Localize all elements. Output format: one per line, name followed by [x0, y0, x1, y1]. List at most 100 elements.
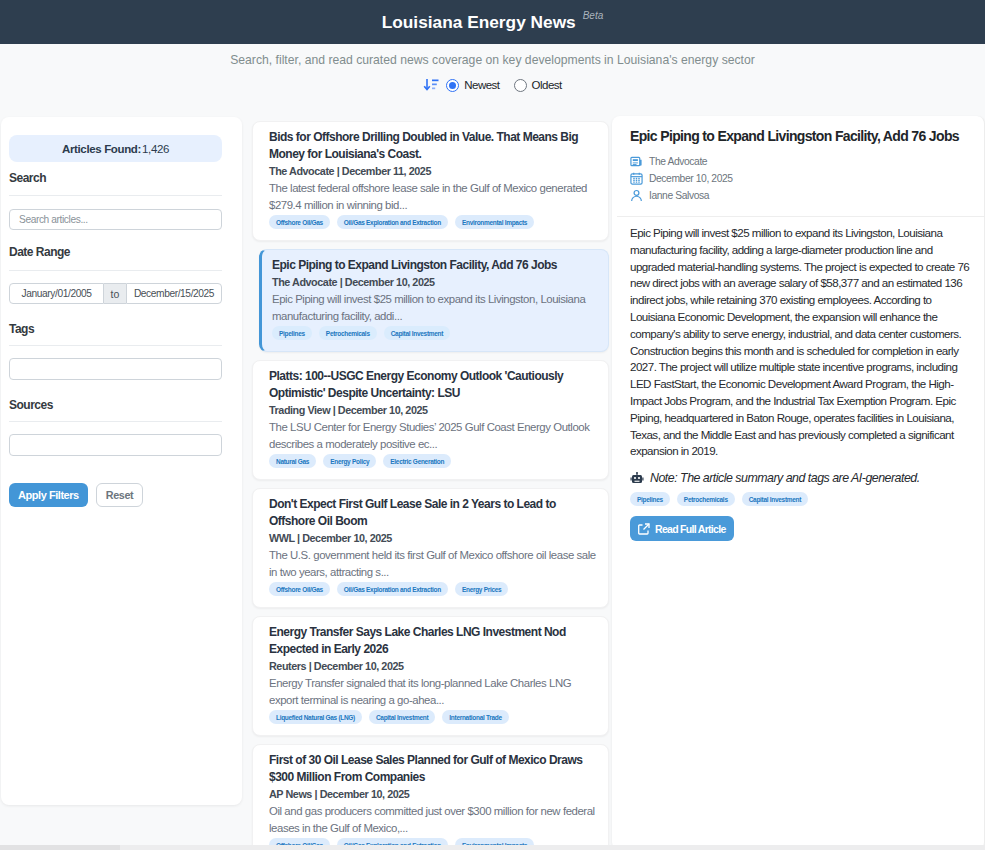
article-card-summary: The LSU Center for Energy Studies’ 2025 …	[269, 419, 598, 453]
detail-divider	[617, 216, 984, 217]
article-card-tags: Pipelines Petrochemicals Capital Investmen…	[272, 326, 598, 340]
article-card-tags: Offshore Oil/Gas Oil/Gas Exploration and …	[269, 582, 598, 596]
article-card-source-date: Trading View | December 10, 2025	[269, 403, 598, 417]
article-card-tags: Offshore Oil/Gas Oil/Gas Exploration and …	[269, 215, 598, 229]
articles-found-count: 1,426	[142, 143, 169, 155]
article-card-tags: Liquefied Natural Gas (LNG)Capital Inves…	[269, 710, 598, 724]
tag-pill: Petrochemicals	[677, 492, 735, 506]
tag-pill: Offshore Oil/Gas	[269, 582, 330, 596]
horizontal-scrollbar[interactable]	[0, 845, 985, 850]
external-link-icon	[638, 523, 650, 535]
radio-oldest[interactable]	[514, 79, 527, 92]
detail-tags: Pipelines Petrochemicals Capital Investmen…	[630, 492, 970, 506]
tag-pill: Oil/Gas Exploration and Extraction	[337, 582, 448, 596]
apply-filters-button[interactable]: Apply Filters	[9, 483, 88, 507]
article-card[interactable]: Energy Transfer Says Lake Charles LNG In…	[252, 616, 609, 736]
detail-note-row: Note: The article summary and tags are A…	[630, 471, 970, 485]
article-card-tags: Natural Gas Energy Policy Electric Generat…	[269, 454, 598, 468]
app-header: Louisiana Energy News Beta	[0, 0, 985, 44]
detail-source-row: The Advocate	[630, 153, 970, 170]
tag-pill: Pipelines	[630, 492, 670, 506]
date-to-input[interactable]	[126, 283, 222, 304]
detail-meta: The Advocate December 10, 2025 Ianne Sal…	[630, 153, 970, 204]
article-card-title: Don't Expect First Gulf Lease Sale in 2 …	[269, 496, 598, 530]
article-card[interactable]: Bids for Offshore Drilling Doubled in Va…	[252, 121, 609, 241]
article-card-selected[interactable]: Epic Piping to Expand Livingston Facilit…	[259, 249, 609, 352]
tag-pill: Offshore Oil/Gas	[269, 215, 330, 229]
article-card-source-date: WWL | December 10, 2025	[269, 531, 598, 545]
read-full-article-button[interactable]: Read Full Article	[630, 516, 734, 541]
radio-newest-label: Newest	[464, 79, 499, 91]
sort-oldest-option[interactable]: Oldest	[514, 79, 562, 92]
search-heading: Search	[9, 171, 222, 186]
sources-divider	[9, 421, 222, 422]
article-card-summary: The latest federal offshore lease sale i…	[269, 180, 598, 214]
radio-oldest-label: Oldest	[532, 79, 562, 91]
tag-pill: Capital Investment	[384, 326, 450, 340]
reset-button[interactable]: Reset	[96, 483, 143, 507]
tag-pill: Natural Gas	[269, 454, 316, 468]
detail-body: Epic Piping will invest $25 million to e…	[630, 225, 970, 460]
read-full-article-label: Read Full Article	[655, 523, 726, 535]
tag-pill: Energy Policy	[323, 454, 376, 468]
tag-pill: Energy Prices	[455, 582, 508, 596]
tags-input[interactable]	[9, 358, 222, 380]
article-card-title: Platts: 100--USGC Energy Economy Outlook…	[269, 368, 598, 402]
sort-newest-option[interactable]: Newest	[446, 79, 499, 92]
article-card-summary: Oil and gas producers committed just ove…	[269, 803, 598, 837]
date-divider	[9, 270, 222, 271]
detail-note: Note: The article summary and tags are A…	[650, 471, 920, 485]
page-title: Louisiana Energy News	[382, 12, 576, 33]
article-card-source-date: Reuters | December 10, 2025	[269, 659, 598, 673]
date-range-row: to	[9, 283, 222, 304]
articles-found-label: Articles Found:	[62, 143, 141, 155]
tag-pill: Electric Generation	[383, 454, 451, 468]
tag-pill: International Trade	[442, 710, 508, 724]
tag-pill: Petrochemicals	[319, 326, 377, 340]
detail-author-row: Ianne Salvosa	[630, 187, 970, 204]
sources-heading: Sources	[9, 398, 222, 413]
article-card[interactable]: Don't Expect First Gulf Lease Sale in 2 …	[252, 488, 609, 608]
article-card-summary: Energy Transfer signaled that its long-p…	[269, 675, 598, 709]
robot-icon	[630, 472, 644, 484]
detail-title: Epic Piping to Expand Livingston Facilit…	[630, 127, 970, 146]
tag-pill: Oil/Gas Exploration and Extraction	[337, 215, 448, 229]
search-input[interactable]	[9, 209, 222, 230]
date-to-label: to	[104, 283, 126, 304]
tag-pill: Pipelines	[272, 326, 312, 340]
page-subtitle: Search, filter, and read curated news co…	[0, 53, 985, 67]
detail-date: December 10, 2025	[649, 173, 733, 184]
article-card-title: First of 30 Oil Lease Sales Planned for …	[269, 752, 598, 786]
detail-source: The Advocate	[649, 156, 707, 167]
article-card-title: Energy Transfer Says Lake Charles LNG In…	[269, 624, 598, 658]
newspaper-icon	[630, 155, 643, 168]
person-icon	[630, 189, 643, 202]
article-card-source-date: AP News | December 10, 2025	[269, 787, 598, 801]
detail-date-row: December 10, 2025	[630, 170, 970, 187]
article-card[interactable]: Platts: 100--USGC Energy Economy Outlook…	[252, 360, 609, 480]
tags-divider	[9, 345, 222, 346]
horizontal-scrollbar-thumb[interactable]	[0, 845, 120, 850]
sort-bar: Newest Oldest	[0, 78, 985, 92]
articles-found-badge: Articles Found:1,426	[9, 135, 222, 162]
tag-pill: Capital Investment	[742, 492, 808, 506]
article-list: Bids for Offshore Drilling Doubled in Va…	[252, 121, 609, 850]
radio-newest[interactable]	[446, 79, 459, 92]
article-card-source-date: The Advocate | December 11, 2025	[269, 164, 598, 178]
date-range-heading: Date Range	[9, 245, 222, 260]
article-card-title: Epic Piping to Expand Livingston Facilit…	[272, 257, 598, 274]
article-card[interactable]: First of 30 Oil Lease Sales Planned for …	[252, 744, 609, 850]
beta-badge: Beta	[583, 10, 604, 21]
detail-author: Ianne Salvosa	[649, 190, 709, 201]
filter-sidebar: Articles Found:1,426 Search Date Range t…	[1, 117, 242, 805]
sources-input[interactable]	[9, 434, 222, 456]
tags-heading: Tags	[9, 322, 222, 337]
sort-descending-icon	[423, 78, 439, 92]
tag-pill: Environmental Impacts	[455, 215, 534, 229]
article-card-summary: The U.S. government held its first Gulf …	[269, 547, 598, 581]
article-card-title: Bids for Offshore Drilling Doubled in Va…	[269, 129, 598, 163]
date-from-input[interactable]	[9, 283, 104, 304]
tag-pill: Capital Investment	[369, 710, 435, 724]
article-card-summary: Epic Piping will invest $25 million to e…	[272, 291, 598, 325]
calendar-icon	[630, 172, 643, 185]
